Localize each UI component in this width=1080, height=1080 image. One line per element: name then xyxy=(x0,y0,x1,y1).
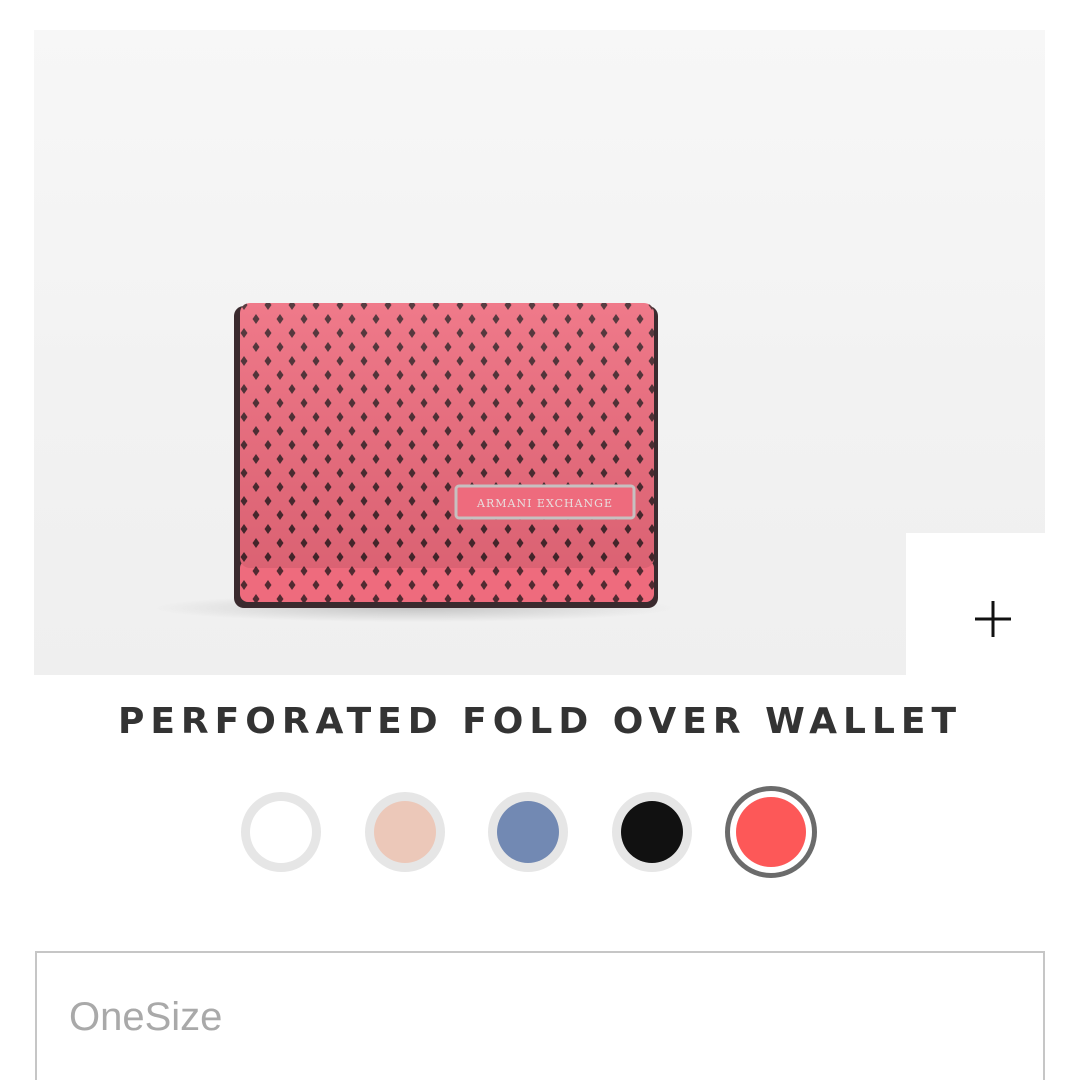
wallet-illustration: ARMANI EXCHANGE xyxy=(154,303,674,622)
size-select-value: OneSize xyxy=(69,995,223,1039)
swatch-blush[interactable] xyxy=(365,792,445,872)
wallet-flap xyxy=(240,303,654,568)
size-select[interactable]: OneSize xyxy=(35,951,1045,1080)
product-page: ARMANI EXCHANGE PERFORATED FOLD OVER WAL… xyxy=(0,0,1080,1080)
swatch-black[interactable] xyxy=(612,792,692,872)
color-swatches xyxy=(0,786,1080,878)
svg-text:ARMANI EXCHANGE: ARMANI EXCHANGE xyxy=(476,497,613,510)
swatch-coral[interactable] xyxy=(725,786,817,878)
swatch-blue[interactable] xyxy=(488,792,568,872)
product-title: PERFORATED FOLD OVER WALLET xyxy=(117,701,963,742)
plus-icon xyxy=(974,601,1011,637)
product-image[interactable]: ARMANI EXCHANGE xyxy=(34,30,1045,675)
zoom-button[interactable] xyxy=(906,533,1045,675)
swatch-white[interactable] xyxy=(241,792,321,872)
brand-plate: ARMANI EXCHANGE xyxy=(454,484,636,520)
